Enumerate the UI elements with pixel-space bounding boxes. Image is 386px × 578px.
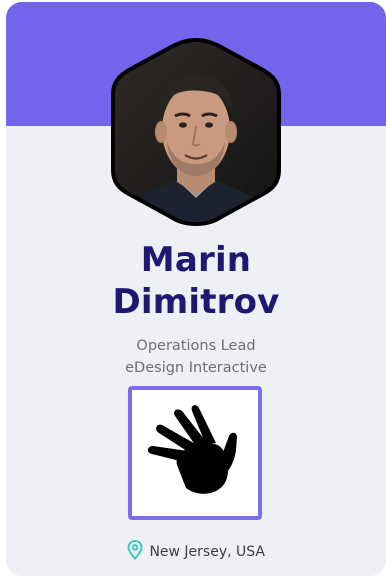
profile-card: Marin Dimitrov Operations Lead eDesign I… bbox=[6, 2, 386, 576]
first-name: Marin bbox=[140, 240, 252, 280]
job-info: Operations Lead eDesign Interactive bbox=[6, 335, 386, 379]
location-pin-icon bbox=[127, 540, 143, 567]
avatar bbox=[101, 34, 291, 230]
last-name: Dimitrov bbox=[112, 282, 280, 322]
person-name: Marin Dimitrov bbox=[6, 239, 386, 323]
hand-badge[interactable] bbox=[128, 386, 262, 520]
job-title: Operations Lead bbox=[136, 338, 256, 354]
company-name: eDesign Interactive bbox=[125, 360, 267, 376]
hand-icon bbox=[147, 405, 237, 494]
location: New Jersey, USA bbox=[6, 540, 386, 567]
location-text: New Jersey, USA bbox=[149, 544, 265, 560]
